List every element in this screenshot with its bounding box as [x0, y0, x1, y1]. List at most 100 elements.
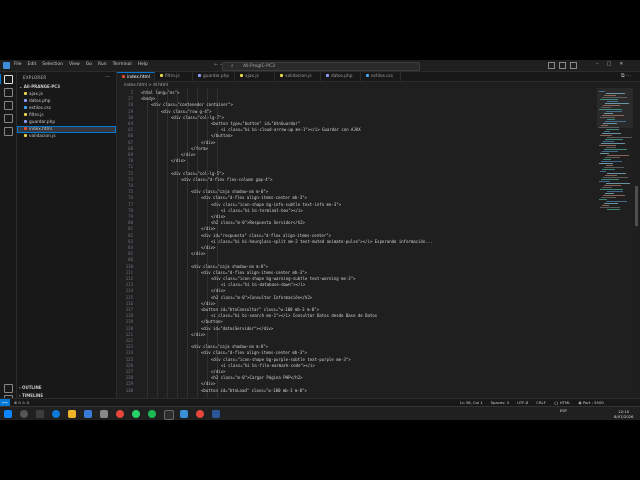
scrollbar-thumb[interactable]	[635, 186, 638, 226]
code-line: <html lang="es">	[141, 90, 180, 95]
remote-indicator-icon[interactable]: ⟷	[0, 399, 10, 406]
clock[interactable]: 12:10 8/07/2026	[614, 409, 633, 419]
problems-indicator[interactable]: ⊗ 0 ⚠ 0	[14, 399, 29, 406]
minimap-line	[607, 155, 629, 156]
menu-item-go[interactable]: Go	[86, 62, 92, 67]
file-item[interactable]: validacion.js	[17, 133, 116, 140]
file-explorer-icon[interactable]	[68, 410, 76, 418]
line-number: 118	[125, 313, 133, 319]
split-editor-icon[interactable]: ⧉ ···	[621, 73, 631, 79]
file-name: validacion.js	[29, 134, 56, 139]
menu-item-file[interactable]: File	[14, 62, 22, 67]
tab-index-html[interactable]: index.html	[117, 72, 155, 82]
source-control-icon[interactable]	[4, 101, 13, 110]
code-line: </div>	[181, 152, 196, 157]
minimap-line	[605, 103, 629, 104]
file-item[interactable]: filtro.js	[17, 112, 116, 119]
line-number: 30	[128, 114, 133, 120]
close-icon[interactable]: ✕	[619, 61, 623, 67]
file-name: guardar.php	[29, 120, 56, 125]
minimap-line	[606, 183, 630, 184]
minimap-line	[604, 131, 610, 132]
whatsapp-icon[interactable]	[132, 410, 140, 418]
extensions-icon[interactable]	[4, 127, 13, 136]
file-type-icon	[24, 120, 27, 123]
task-view-icon[interactable]	[36, 410, 44, 418]
minimap-line	[606, 129, 619, 130]
windows-start-icon[interactable]	[4, 410, 12, 418]
menu-item-run[interactable]: Run	[98, 62, 107, 67]
status-item[interactable]: {} HTML	[554, 399, 571, 406]
file-item[interactable]: datos.php	[17, 98, 116, 105]
minimize-icon[interactable]: –	[596, 61, 599, 67]
status-item[interactable]: Ln 36, Col 1	[460, 399, 483, 406]
menu-item-edit[interactable]: Edit	[28, 62, 37, 67]
account-icon[interactable]	[4, 384, 13, 393]
line-number: 73	[128, 176, 133, 182]
status-item[interactable]: Spaces: 4	[491, 399, 509, 406]
tab-datos-php[interactable]: datos.php	[321, 72, 361, 81]
tab-ajax-js[interactable]: ajax.js	[235, 72, 275, 81]
vscode-taskbar-icon[interactable]	[180, 410, 188, 418]
menu-item-view[interactable]: View	[69, 62, 80, 67]
line-number: 64	[128, 121, 133, 126]
search-view-icon[interactable]	[4, 88, 13, 97]
tray-language[interactable]: ESP	[560, 409, 567, 413]
code-line: </div>	[191, 331, 206, 337]
line-number: 66	[128, 133, 133, 139]
tab-label: datos.php	[331, 74, 353, 79]
code-line: <div class="caja shadow-sm m-0">	[191, 344, 269, 350]
line-number: 128	[125, 375, 133, 381]
minimap-slider[interactable]	[597, 88, 633, 128]
tab-guardar-php[interactable]: guardar.php	[193, 72, 235, 81]
app-icon[interactable]	[100, 410, 108, 418]
menu-item-selection[interactable]: Selection	[42, 62, 63, 67]
menu-item-terminal[interactable]: Terminal	[113, 62, 132, 67]
edge-icon[interactable]	[52, 410, 60, 418]
vertical-scrollbar[interactable]	[634, 88, 639, 404]
chrome-icon[interactable]	[116, 410, 124, 418]
more-actions-icon[interactable]: ···	[105, 74, 110, 80]
menu-item-help[interactable]: Help	[138, 62, 148, 67]
minimap-line	[603, 177, 628, 178]
tab-estilos-css[interactable]: estilos.css	[361, 72, 401, 81]
minimap-line	[605, 157, 620, 158]
minimap-line	[602, 97, 627, 98]
word-icon[interactable]	[212, 410, 220, 418]
tab-filtro-js[interactable]: filtro.js	[155, 72, 193, 81]
status-item[interactable]: CRLF	[536, 399, 546, 406]
project-folder[interactable]: ⌄ All-PRANGE-PC3	[19, 84, 60, 89]
code-line: <i class="bi bi-terminal-box"></i>	[221, 207, 303, 213]
explorer-icon[interactable]	[4, 75, 13, 84]
run-debug-icon[interactable]	[4, 114, 13, 123]
toggle-secondary-sidebar-icon[interactable]	[570, 62, 577, 69]
file-item[interactable]: index.html	[17, 126, 116, 133]
search-taskbar-icon[interactable]	[20, 410, 28, 418]
toggle-panel-icon[interactable]	[559, 62, 566, 69]
store-icon[interactable]	[84, 410, 92, 418]
outline-section[interactable]: › OUTLINE	[19, 385, 42, 390]
file-type-icon	[326, 74, 329, 77]
minimap[interactable]	[597, 88, 633, 404]
tab-validacion-js[interactable]: validacion.js	[275, 72, 321, 81]
file-item[interactable]: estilos.css	[17, 105, 116, 112]
line-number: 83	[128, 238, 133, 244]
terminal-icon[interactable]	[164, 410, 174, 420]
file-item[interactable]: ajax.js	[17, 91, 116, 98]
spotify-icon[interactable]	[148, 410, 156, 418]
status-item[interactable]: ◉ Port : 5500	[578, 399, 603, 406]
status-item[interactable]: UTF-8	[517, 399, 528, 406]
minimap-line	[602, 151, 618, 152]
file-item[interactable]: guardar.php	[17, 119, 116, 126]
command-center[interactable]: ⌕ All-ProgIC-PC3	[222, 62, 420, 71]
toggle-sidebar-icon[interactable]	[548, 62, 555, 69]
window-controls: – □ ✕	[596, 61, 623, 67]
minimap-line	[607, 209, 620, 210]
code-editor[interactable]: 2 <html lang="es"> 27 <body> 28 <div class="c…	[117, 88, 597, 404]
minimap-line	[603, 105, 620, 106]
line-number: 81	[128, 226, 133, 232]
maximize-icon[interactable]: □	[607, 61, 612, 67]
line-number: 77	[128, 201, 133, 207]
file-type-icon	[366, 74, 369, 77]
chrome-icon-2[interactable]	[196, 410, 204, 418]
